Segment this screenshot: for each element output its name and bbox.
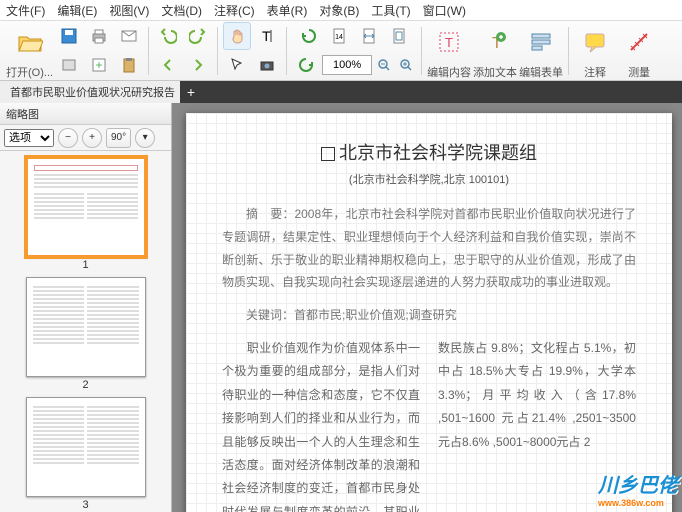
thumb-number: 2 [82, 379, 88, 391]
prev-view-button[interactable] [154, 51, 182, 79]
menu-table[interactable]: 表单(R) [267, 2, 308, 19]
doc-column-left: 职业价值观作为价值观体系中一个极为重要的组成部分，是指人们对待职业的一种信念和态… [222, 337, 420, 512]
rotate-left-button[interactable] [295, 22, 323, 50]
thumbnail-page-3[interactable]: 3 [26, 397, 146, 511]
thumb-zoom-in-button[interactable]: + [82, 128, 102, 148]
measure-label: 测量 [628, 64, 650, 80]
actual-size-button[interactable] [385, 22, 413, 50]
menu-note[interactable]: 注释(C) [214, 2, 255, 19]
edit-content-label: 编辑内容 [427, 64, 471, 80]
menu-edit[interactable]: 编辑(E) [57, 2, 97, 19]
edit-form-label: 编辑表单 [519, 64, 563, 80]
doc-abstract: 摘 要：2008年，北京市社会科学院对首都市民职业价值取向状况进行了专题调研，结… [222, 203, 636, 294]
clipboard-button[interactable] [115, 51, 143, 79]
menu-tool[interactable]: 工具(T) [371, 2, 410, 19]
thumb-zoom-out-button[interactable]: − [58, 128, 78, 148]
thumbnails-panel: 缩略图 选项 − + 90° ▾ 1 2 3 [0, 103, 172, 512]
svg-text:T: T [262, 28, 271, 44]
menu-bar: 文件(F) 编辑(E) 视图(V) 文档(D) 注释(C) 表单(R) 对象(B… [0, 0, 682, 21]
document-viewport[interactable]: 北京市社会科学院课题组 (北京市社会科学院,北京 100101) 摘 要：200… [172, 103, 682, 512]
zoom-input[interactable] [322, 55, 372, 75]
open-button[interactable] [9, 21, 51, 63]
doc-title: 北京市社会科学院课题组 [222, 139, 636, 165]
undo-button[interactable] [154, 22, 182, 50]
document-tab[interactable]: 首都市民职业价值观状况研究报告 [0, 81, 180, 103]
menu-win[interactable]: 窗口(W) [423, 2, 466, 19]
hand-tool-button[interactable] [223, 22, 251, 50]
text-select-button[interactable]: T [253, 22, 281, 50]
add-text-button[interactable]: T [474, 21, 516, 63]
fit-page-button[interactable]: 14 [325, 22, 353, 50]
edit-form-button[interactable] [520, 21, 562, 63]
thumbnail-page-1[interactable]: 1 [26, 157, 146, 271]
redo-button[interactable] [184, 22, 212, 50]
annotate-label: 注释 [584, 64, 606, 80]
menu-view[interactable]: 视图(V) [109, 2, 149, 19]
thumb-rotate-button[interactable]: 90° [106, 128, 131, 148]
annotate-button[interactable] [574, 21, 616, 63]
doc-subtitle: (北京市社会科学院,北京 100101) [222, 171, 636, 187]
thumb-number: 3 [82, 499, 88, 511]
open-label: 打开(O)... [6, 64, 53, 80]
thumb-number: 1 [82, 259, 88, 271]
scan-button[interactable] [55, 51, 83, 79]
menu-doc[interactable]: 文档(D) [161, 2, 202, 19]
new-tab-button[interactable]: + [85, 51, 113, 79]
document-page: 北京市社会科学院课题组 (北京市社会科学院,北京 100101) 摘 要：200… [186, 113, 672, 512]
thumb-options-select[interactable]: 选项 [4, 129, 54, 147]
toolbar: 打开(O)... + T [0, 21, 682, 81]
measure-button[interactable] [618, 21, 660, 63]
save-button[interactable] [55, 22, 83, 50]
svg-text:+: + [96, 58, 103, 72]
thumbnail-page-2[interactable]: 2 [26, 277, 146, 391]
menu-file[interactable]: 文件(F) [6, 2, 45, 19]
snapshot-button[interactable] [253, 51, 281, 79]
next-view-button[interactable] [184, 51, 212, 79]
svg-text:T: T [445, 35, 453, 50]
thumb-more-button[interactable]: ▾ [135, 128, 155, 148]
email-button[interactable] [115, 22, 143, 50]
watermark: 川乡巴佬 www.386w.com [598, 469, 678, 508]
print-button[interactable] [85, 22, 113, 50]
checkbox-icon [321, 147, 335, 161]
doc-keywords: 关键词：首都市民;职业价值观;调查研究 [222, 304, 636, 327]
svg-text:14: 14 [335, 34, 343, 41]
zoom-in-button[interactable] [396, 55, 416, 75]
thumbnails-title: 缩略图 [0, 103, 171, 125]
edit-content-button[interactable]: T [428, 21, 470, 63]
fit-width-button[interactable] [355, 22, 383, 50]
zoom-out-button[interactable] [374, 55, 394, 75]
select-tool-button[interactable] [223, 51, 251, 79]
menu-obj[interactable]: 对象(B) [319, 2, 359, 19]
add-text-label: 添加文本 [473, 64, 517, 80]
rotate-right-button[interactable] [292, 51, 320, 79]
tab-strip: 首都市民职业价值观状况研究报告 + [0, 81, 682, 103]
thumbnails-toolbar: 选项 − + 90° ▾ [0, 125, 171, 151]
new-tab-icon[interactable]: + [180, 81, 202, 103]
thumbnails-list[interactable]: 1 2 3 [0, 151, 171, 512]
